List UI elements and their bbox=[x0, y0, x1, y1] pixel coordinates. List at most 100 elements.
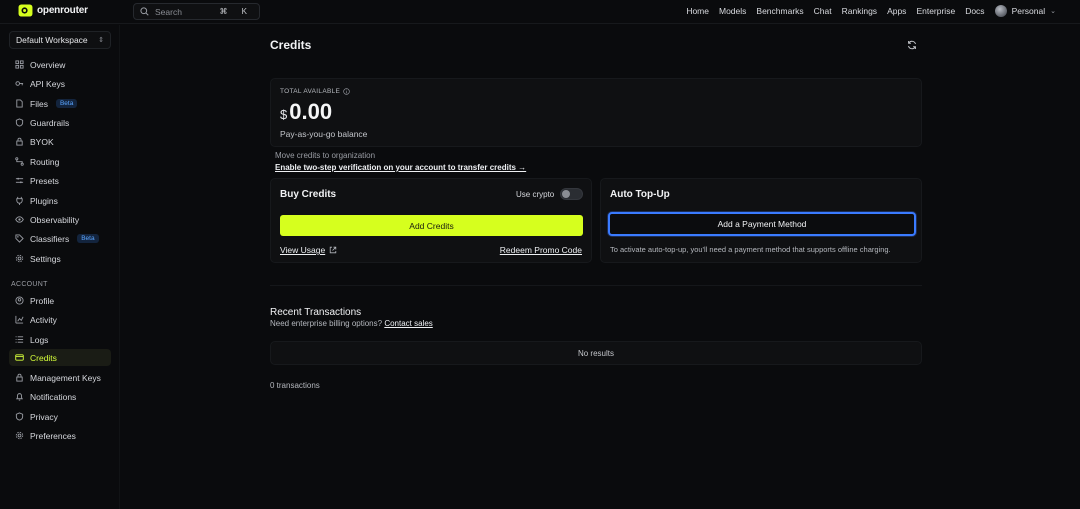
account-menu[interactable]: Personal ⌄ bbox=[994, 5, 1056, 17]
sidebar-item-preferences[interactable]: Preferences bbox=[9, 427, 111, 444]
nav-chat[interactable]: Chat bbox=[814, 6, 832, 16]
use-crypto-toggle[interactable] bbox=[560, 188, 584, 200]
account-section-label: ACCOUNT bbox=[11, 281, 48, 288]
balance-description: Pay-as-you-go balance bbox=[280, 129, 368, 139]
view-usage-link[interactable]: View Usage bbox=[280, 245, 337, 255]
sidebar-item-label: Presets bbox=[30, 175, 59, 186]
transaction-count: 0 transactions bbox=[270, 381, 320, 390]
gear-icon bbox=[15, 431, 24, 440]
sidebar-item-overview[interactable]: Overview bbox=[9, 56, 111, 73]
lock-icon bbox=[15, 137, 24, 146]
credit-card-icon bbox=[15, 353, 24, 362]
chevron-down-icon: ⌄ bbox=[1050, 8, 1056, 15]
sidebar-item-classifiers[interactable]: Classifiers Beta bbox=[9, 230, 111, 247]
auto-topup-note: To activate auto-top-up, you'll need a p… bbox=[610, 245, 891, 254]
sidebar-item-guardrails[interactable]: Guardrails bbox=[9, 114, 111, 131]
sidebar-item-label: Privacy bbox=[30, 411, 58, 422]
use-crypto-toggle-row: Use crypto bbox=[516, 188, 584, 200]
sidebar-item-api-keys[interactable]: API Keys bbox=[9, 75, 111, 92]
sidebar-item-byok[interactable]: BYOK bbox=[9, 133, 111, 150]
refresh-icon[interactable] bbox=[907, 40, 917, 50]
beta-badge: Beta bbox=[55, 99, 78, 108]
sidebar-item-label: Profile bbox=[30, 295, 55, 306]
search-input[interactable]: Search ⌘ K bbox=[133, 3, 260, 20]
sidebar-item-profile[interactable]: Profile bbox=[9, 292, 111, 309]
nav-docs[interactable]: Docs bbox=[965, 6, 984, 16]
activity-icon bbox=[15, 315, 24, 324]
sidebar: Default Workspace ⇕ Overview API Keys Fi… bbox=[0, 25, 120, 509]
top-bar: openrouter Search ⌘ K Home Models Benchm… bbox=[0, 0, 1080, 24]
sidebar-item-label: API Keys bbox=[30, 78, 65, 89]
sliders-icon bbox=[15, 176, 24, 185]
redeem-promo-link[interactable]: Redeem Promo Code bbox=[500, 245, 582, 255]
contact-sales-link[interactable]: Contact sales bbox=[384, 319, 432, 328]
shield-icon bbox=[15, 118, 24, 127]
auto-topup-title: Auto Top-Up bbox=[610, 189, 670, 200]
list-icon bbox=[15, 335, 24, 344]
account-name: Personal bbox=[1011, 6, 1046, 16]
avatar bbox=[994, 5, 1007, 17]
nav-enterprise[interactable]: Enterprise bbox=[916, 6, 955, 16]
brand-name: openrouter bbox=[37, 5, 88, 16]
tag-icon bbox=[15, 234, 24, 243]
transactions-table: No results bbox=[270, 341, 922, 365]
sidebar-item-label: Logs bbox=[30, 334, 49, 345]
sidebar-item-label: Classifiers bbox=[30, 233, 70, 244]
grid-icon bbox=[15, 60, 24, 69]
plug-icon bbox=[15, 196, 24, 205]
shield-icon bbox=[15, 412, 24, 421]
sidebar-item-label: Files bbox=[30, 98, 48, 109]
sidebar-item-presets[interactable]: Presets bbox=[9, 172, 111, 189]
gear-icon bbox=[15, 254, 24, 263]
sidebar-item-files[interactable]: Files Beta bbox=[9, 95, 111, 112]
sidebar-item-label: Settings bbox=[30, 253, 61, 264]
external-link-icon bbox=[330, 246, 337, 254]
nav-models[interactable]: Models bbox=[719, 6, 746, 16]
sidebar-item-label: Plugins bbox=[30, 195, 58, 206]
eye-icon bbox=[15, 215, 24, 224]
sidebar-item-notifications[interactable]: Notifications bbox=[9, 388, 111, 405]
total-available-label: TOTAL AVAILABLE bbox=[280, 88, 350, 95]
recent-transactions-title: Recent Transactions bbox=[270, 307, 362, 318]
sidebar-item-observability[interactable]: Observability bbox=[9, 211, 111, 228]
sidebar-item-settings[interactable]: Settings bbox=[9, 250, 111, 267]
sidebar-item-label: Observability bbox=[30, 214, 80, 225]
lock-icon bbox=[15, 373, 24, 382]
sidebar-item-activity[interactable]: Activity bbox=[9, 311, 111, 328]
top-nav: Home Models Benchmarks Chat Rankings App… bbox=[686, 5, 1056, 17]
workspace-name: Default Workspace bbox=[16, 35, 88, 45]
info-icon[interactable] bbox=[343, 88, 350, 95]
nav-apps[interactable]: Apps bbox=[887, 6, 906, 16]
add-credits-button[interactable]: Add Credits bbox=[280, 215, 583, 236]
total-available-text: TOTAL AVAILABLE bbox=[280, 88, 341, 95]
add-payment-method-button[interactable]: Add a Payment Method bbox=[608, 212, 916, 236]
sidebar-item-management-keys[interactable]: Management Keys bbox=[9, 369, 111, 386]
sidebar-item-logs[interactable]: Logs bbox=[9, 331, 111, 348]
nav-home[interactable]: Home bbox=[686, 6, 709, 16]
user-icon bbox=[15, 296, 24, 305]
balance-amount: $ 0.00 bbox=[280, 99, 332, 125]
workspace-selector[interactable]: Default Workspace ⇕ bbox=[9, 31, 111, 49]
sidebar-item-routing[interactable]: Routing bbox=[9, 153, 111, 170]
nav-benchmarks[interactable]: Benchmarks bbox=[756, 6, 803, 16]
balance-value: 0.00 bbox=[289, 99, 333, 124]
sidebar-item-label: Activity bbox=[30, 314, 57, 325]
openrouter-logo-icon bbox=[18, 4, 33, 17]
nav-rankings[interactable]: Rankings bbox=[842, 6, 877, 16]
sidebar-item-credits[interactable]: Credits bbox=[9, 349, 111, 366]
sidebar-item-privacy[interactable]: Privacy bbox=[9, 408, 111, 425]
enterprise-billing-prefix: Need enterprise billing options? bbox=[270, 319, 383, 328]
search-shortcut: ⌘ K bbox=[219, 7, 253, 16]
sidebar-item-plugins[interactable]: Plugins bbox=[9, 192, 111, 209]
view-usage-label: View Usage bbox=[280, 245, 326, 255]
sidebar-item-label: BYOK bbox=[30, 136, 54, 147]
toggle-knob bbox=[562, 190, 571, 198]
bell-icon bbox=[15, 392, 24, 401]
search-icon bbox=[140, 7, 149, 16]
enable-2fa-link[interactable]: Enable two-step verification on your acc… bbox=[275, 163, 526, 172]
use-crypto-label: Use crypto bbox=[516, 189, 555, 199]
sidebar-item-label: Guardrails bbox=[30, 117, 70, 128]
beta-badge: Beta bbox=[77, 234, 99, 243]
brand-logo[interactable]: openrouter bbox=[18, 4, 88, 17]
buy-credits-card: Buy Credits Use crypto Add Credits View … bbox=[270, 178, 592, 263]
